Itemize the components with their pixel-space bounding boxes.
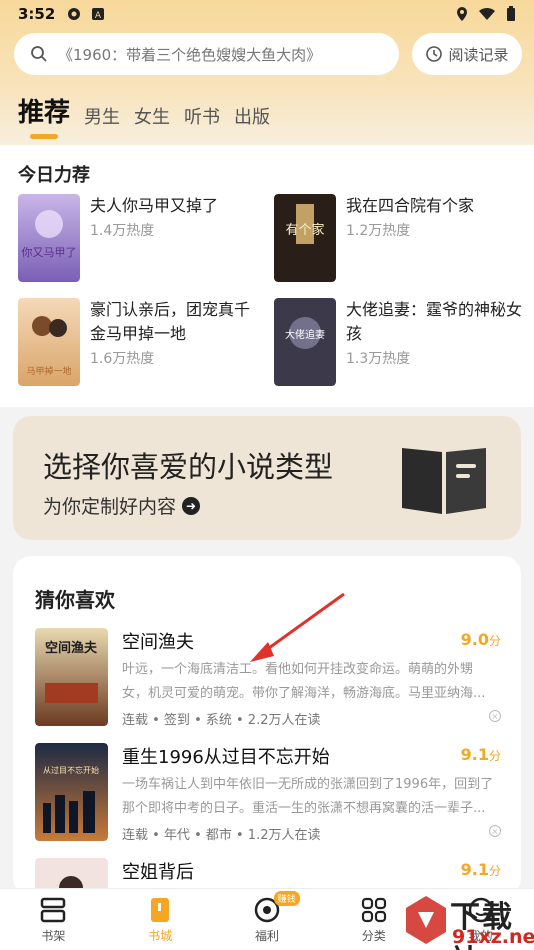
book-cover: 空间渔夫 xyxy=(35,628,108,726)
book-meta: 连载 • 签到 • 系统 • 2.2万人在读 xyxy=(122,713,321,728)
list-item[interactable]: 从过目不忘开始 重生1996从过目不忘开始 9.1分 一场车祸让人到中年依旧一无… xyxy=(35,743,501,843)
wifi-icon xyxy=(479,7,495,20)
banner-subtitle-text: 为你定制好内容 xyxy=(43,496,177,518)
open-book-icon xyxy=(402,448,486,514)
svg-text:有个家: 有个家 xyxy=(285,222,324,238)
book-title: 空间渔夫 xyxy=(122,632,194,653)
bookshelf-icon xyxy=(41,897,66,923)
section-title: 今日力荐 xyxy=(18,165,90,186)
nav-bookshelf[interactable]: 书架 xyxy=(0,889,107,950)
book-title: 重生1996从过目不忘开始 xyxy=(122,747,330,768)
svg-text:马甲掉一地: 马甲掉一地 xyxy=(26,365,71,377)
category-icon xyxy=(361,897,386,923)
location-icon xyxy=(457,7,467,21)
battery-icon xyxy=(507,6,515,21)
nav-label: 福利 xyxy=(254,929,279,943)
banner-subtitle: 为你定制好内容 ➜ xyxy=(43,492,201,519)
book-score: 9.1分 xyxy=(460,745,501,764)
status-bar: 3:52 A xyxy=(0,0,534,28)
nav-label: 书城 xyxy=(148,929,173,943)
status-time: 3:52 xyxy=(18,5,56,23)
section-title: 猜你喜欢 xyxy=(35,588,115,612)
reading-history-label: 阅读记录 xyxy=(448,45,509,64)
reading-history-button[interactable]: 阅读记录 xyxy=(412,33,522,75)
arrow-right-icon: ➜ xyxy=(182,496,201,515)
tab-recommend[interactable]: 推荐 xyxy=(18,92,70,139)
nav-label: 分类 xyxy=(361,929,386,943)
welfare-badge: 赚钱 xyxy=(273,891,300,906)
today-picks-section: 今日力荐 你又马甲了 夫人你马甲又掉了 1.4万热度 有个家 我在四合院有个家 … xyxy=(0,145,534,407)
bookstore-icon xyxy=(151,898,170,922)
book-cover: 大佬追妻 xyxy=(274,298,336,386)
book-card[interactable]: 马甲掉一地 豪门认亲后，团宠真千金马甲掉一地 1.6万热度 xyxy=(18,298,265,386)
book-title: 空姐背后 xyxy=(122,862,194,883)
book-title: 大佬追妻：霆爷的神秘女孩 xyxy=(346,300,523,343)
book-score: 9.1分 xyxy=(460,860,501,879)
tab-male[interactable]: 男生 xyxy=(84,103,120,129)
watermark-logo xyxy=(406,896,446,944)
search-bar[interactable]: 《1960：带着三个绝色嫂嫂大鱼大肉》 xyxy=(14,33,399,75)
site-watermark: 下载站 91xz.net xyxy=(400,890,534,950)
notification-icon: A xyxy=(92,8,105,21)
clock-icon xyxy=(426,46,443,62)
close-icon[interactable]: × xyxy=(489,825,501,837)
book-card[interactable]: 你又马甲了 夫人你马甲又掉了 1.4万热度 xyxy=(18,194,218,282)
annotation-arrow xyxy=(250,592,345,662)
nav-bookstore[interactable]: 书城 xyxy=(107,889,214,950)
book-heat: 1.4万热度 xyxy=(90,223,155,239)
book-score: 9.0分 xyxy=(460,630,501,649)
genre-select-banner[interactable]: 选择你喜爱的小说类型 为你定制好内容 ➜ xyxy=(13,416,521,540)
tab-publish[interactable]: 出版 xyxy=(234,103,270,129)
book-meta: 连载 • 年代 • 都市 • 1.2万人在读 xyxy=(122,828,321,843)
search-placeholder: 《1960：带着三个绝色嫂嫂大鱼大肉》 xyxy=(58,45,322,64)
book-title: 夫人你马甲又掉了 xyxy=(90,196,219,215)
book-card[interactable]: 大佬追妻 大佬追妻：霆爷的神秘女孩 1.3万热度 xyxy=(274,298,526,386)
nav-welfare[interactable]: 赚钱 福利 xyxy=(214,889,321,950)
book-cover: 从过目不忘开始 xyxy=(35,743,108,841)
book-title: 豪门认亲后，团宠真千金马甲掉一地 xyxy=(90,300,251,343)
banner-headline: 选择你喜爱的小说类型 xyxy=(43,450,334,484)
book-heat: 1.6万热度 xyxy=(90,351,155,367)
book-card[interactable]: 有个家 我在四合院有个家 1.2万热度 xyxy=(274,194,474,282)
book-cover: 有个家 xyxy=(274,194,336,282)
svg-text:A: A xyxy=(95,11,102,21)
svg-text:大佬追妻: 大佬追妻 xyxy=(285,328,325,341)
vpn-icon xyxy=(68,8,81,20)
tab-female[interactable]: 女生 xyxy=(134,103,170,129)
svg-text:从过目不忘开始: 从过目不忘开始 xyxy=(43,765,99,775)
tab-audio[interactable]: 听书 xyxy=(184,103,220,129)
book-cover: 你又马甲了 xyxy=(18,194,80,282)
book-heat: 1.2万热度 xyxy=(346,223,411,239)
book-heat: 1.3万热度 xyxy=(346,351,411,367)
category-tabs: 推荐 男生 女生 听书 出版 xyxy=(18,92,270,139)
nav-label: 书架 xyxy=(41,929,66,943)
svg-text:空间渔夫: 空间渔夫 xyxy=(45,640,98,656)
book-title: 我在四合院有个家 xyxy=(346,196,475,215)
book-description: 一场车祸让人到中年依旧一无所成的张潇回到了1996年，回到了那个即将中考的日子。… xyxy=(122,777,494,816)
book-cover: 马甲掉一地 xyxy=(18,298,80,386)
close-icon[interactable]: × xyxy=(489,710,501,722)
search-icon xyxy=(31,46,47,62)
svg-text:你又马甲了: 你又马甲了 xyxy=(22,246,77,259)
watermark-url: 91xz.net xyxy=(452,926,534,948)
